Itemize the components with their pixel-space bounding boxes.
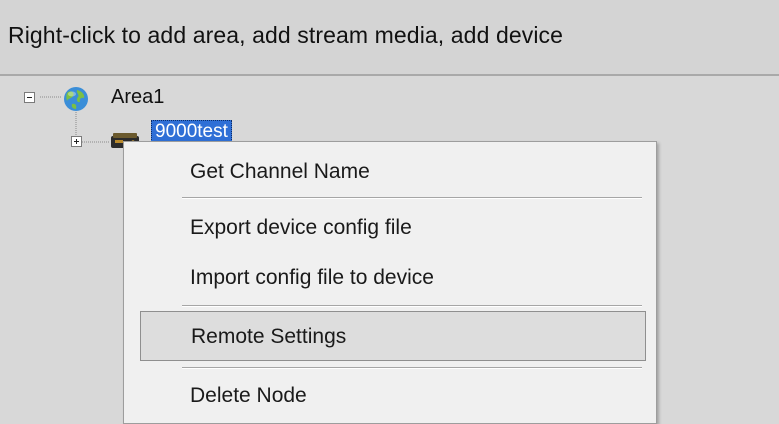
- menu-item-label: Delete Node: [190, 384, 307, 407]
- instruction-header: Right-click to add area, add stream medi…: [0, 0, 779, 76]
- menu-item-export-config[interactable]: Export device config file: [140, 205, 646, 249]
- menu-item-label: Remote Settings: [191, 325, 347, 348]
- menu-item-label: Import config file to device: [190, 266, 434, 289]
- device-manager-window: Right-click to add area, add stream medi…: [0, 0, 779, 424]
- menu-item-get-channel-name[interactable]: Get Channel Name: [140, 149, 646, 193]
- menu-item-label: Get Channel Name: [190, 160, 370, 183]
- menu-item-remote-settings[interactable]: Remote Settings: [140, 311, 646, 361]
- context-menu: Get Channel Name Export device config fi…: [123, 141, 657, 424]
- menu-separator: [182, 197, 642, 199]
- menu-item-import-config[interactable]: Import config file to device: [140, 255, 646, 299]
- menu-item-label: Export device config file: [190, 216, 412, 239]
- menu-item-delete-node[interactable]: Delete Node: [140, 373, 646, 417]
- menu-separator: [182, 367, 642, 369]
- area-collapse-toggle[interactable]: [24, 92, 35, 103]
- instruction-text: Right-click to add area, add stream medi…: [8, 22, 564, 48]
- device-expand-toggle[interactable]: [71, 136, 82, 147]
- menu-separator: [182, 305, 642, 307]
- globe-icon: [64, 87, 88, 111]
- tree-node-area-label[interactable]: Area1: [111, 86, 164, 109]
